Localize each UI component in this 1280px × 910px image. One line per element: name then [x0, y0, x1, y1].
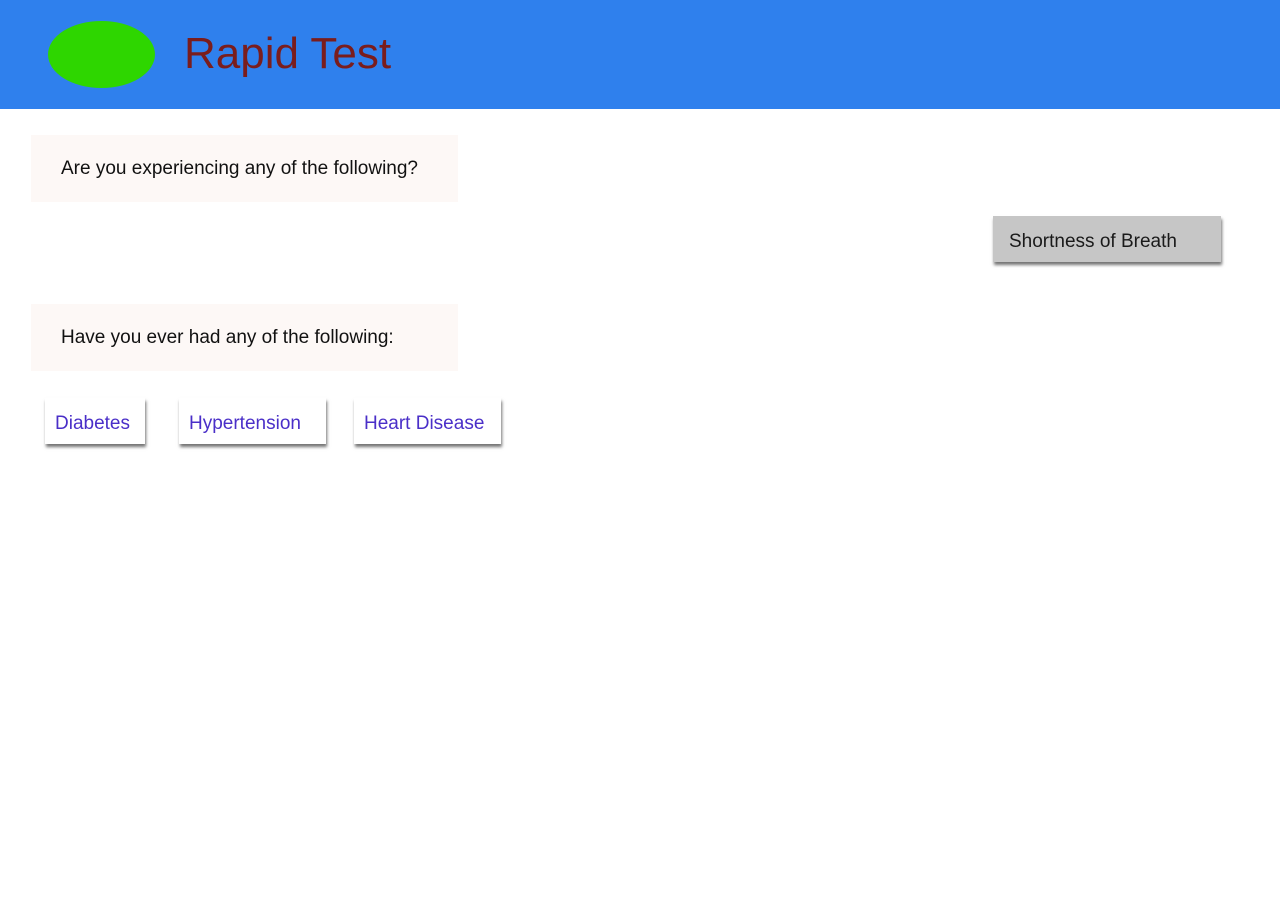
symptom-option-shortness-of-breath[interactable]: Shortness of Breath	[993, 216, 1221, 262]
app-header: Rapid Test	[0, 0, 1280, 109]
condition-option-diabetes[interactable]: Diabetes	[45, 398, 145, 444]
app-title: Rapid Test	[184, 29, 392, 78]
symptoms-question-text: Are you experiencing any of the followin…	[61, 157, 419, 179]
history-question-text: Have you ever had any of the following:	[61, 326, 394, 348]
condition-option-hypertension[interactable]: Hypertension	[179, 398, 326, 444]
symptoms-question: Are you experiencing any of the followin…	[31, 135, 458, 202]
condition-option-heart-disease[interactable]: Heart Disease	[354, 398, 501, 444]
history-question: Have you ever had any of the following:	[31, 304, 458, 371]
logo-icon	[48, 21, 155, 88]
